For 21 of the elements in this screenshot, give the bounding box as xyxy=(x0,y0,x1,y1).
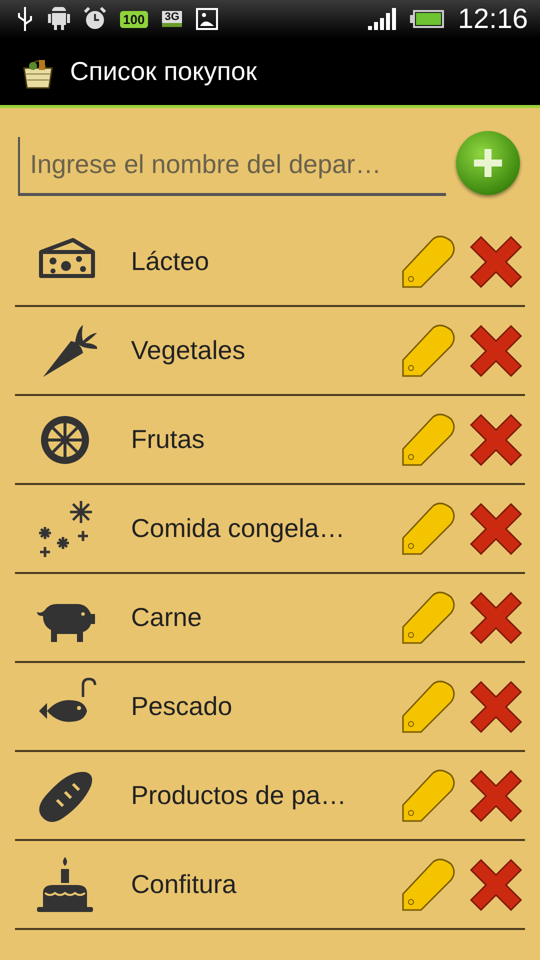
network-type-badge: 3G xyxy=(162,11,182,27)
android-icon xyxy=(48,7,70,31)
department-name[interactable]: Vegetales xyxy=(125,335,389,366)
usb-icon xyxy=(16,7,34,31)
department-name[interactable]: Productos de pa… xyxy=(125,780,389,811)
battery-level-badge: 100 xyxy=(120,10,148,28)
battery-icon xyxy=(410,10,444,28)
department-name[interactable]: Frutas xyxy=(125,424,389,455)
department-name[interactable]: Pescado xyxy=(125,691,389,722)
department-name[interactable]: Comida congela… xyxy=(125,513,389,544)
plus-icon xyxy=(471,146,505,180)
app-title: Список покупок xyxy=(70,56,257,87)
image-icon xyxy=(196,8,218,30)
clock-time: 12:16 xyxy=(458,3,528,35)
alarm-clock-icon xyxy=(84,7,106,31)
department-name-field[interactable]: Ingrese el nombre del depar… xyxy=(18,136,446,196)
signal-icon xyxy=(368,8,396,30)
department-name[interactable]: Lácteo xyxy=(125,246,389,277)
department-name[interactable]: Confitura xyxy=(125,869,389,900)
department-name[interactable]: Carne xyxy=(125,602,389,633)
add-button[interactable] xyxy=(456,131,520,195)
